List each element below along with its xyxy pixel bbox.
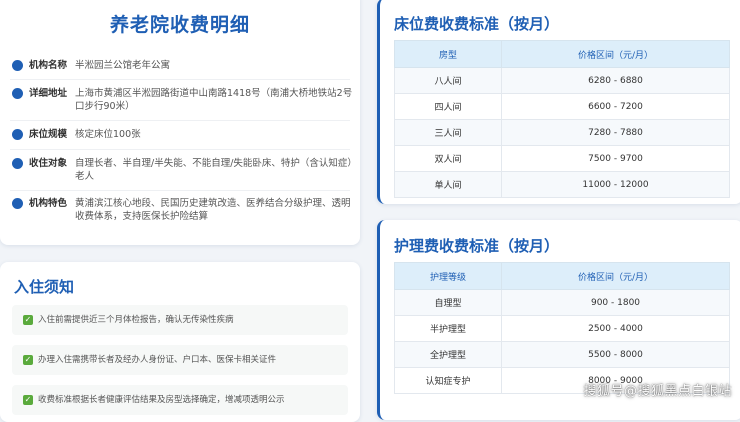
table-header-row: 房型 价格区间（元/月）	[394, 40, 730, 68]
room-type-cell: 四人间	[394, 93, 502, 120]
care-fee-table: 护理等级 价格区间（元/月） 自理型 900 - 1800 半护理型 2500 …	[394, 262, 730, 394]
info-value: 自理长者、半自理/半失能、不能自理/失能卧床、特护（含认知症）老人	[75, 158, 353, 182]
info-label: 详细地址	[29, 88, 68, 99]
divider	[10, 149, 350, 150]
checkbox-checked-icon: ✓	[23, 315, 33, 325]
info-value: 核定床位100张	[75, 129, 141, 140]
table-row: 半护理型 2500 - 4000	[394, 315, 730, 342]
table-row: 自理型 900 - 1800	[394, 289, 730, 316]
bullet-icon	[12, 158, 23, 169]
info-value: 黄浦滨江核心地段、民国历史建筑改造、医养结合分级护理、透明收费体系，支持医保长护…	[75, 198, 351, 222]
table-row: 全护理型 5500 - 8000	[394, 341, 730, 368]
price-cell: 6280 - 6880	[501, 67, 730, 94]
info-label: 床位规模	[29, 129, 68, 140]
table-row: 双人间 7500 - 9700	[394, 145, 730, 172]
price-cell: 7280 - 7880	[501, 119, 730, 146]
price-cell: 5500 - 8000	[501, 341, 730, 368]
bullet-icon	[12, 198, 23, 209]
care-fee-title: 护理费收费标准（按月）	[394, 237, 560, 255]
table-row: 三人间 7280 - 7880	[394, 119, 730, 146]
room-type-cell: 八人间	[394, 67, 502, 94]
care-level-cell: 自理型	[394, 289, 502, 316]
care-level-cell: 全护理型	[394, 341, 502, 368]
room-type-cell: 单人间	[394, 171, 502, 198]
bullet-icon	[12, 129, 23, 140]
bullet-icon	[12, 60, 23, 71]
care-level-cell: 半护理型	[394, 315, 502, 342]
page-title: 养老院收费明细	[109, 14, 250, 36]
column-header: 价格区间（元/月）	[501, 262, 730, 290]
price-cell: 2500 - 4000	[501, 315, 730, 342]
institution-info-card: 养老院收费明细 机构名称 半淞园兰公馆老年公寓 详细地址 上海市黄浦区半淞园路街…	[0, 0, 360, 245]
checkbox-checked-icon: ✓	[23, 355, 33, 365]
info-label: 机构特色	[29, 198, 68, 209]
bed-fee-title: 床位费收费标准（按月）	[394, 15, 560, 33]
notice-title: 入住须知	[14, 278, 75, 296]
price-cell: 7500 - 9700	[501, 145, 730, 172]
notice-text: 入住前需提供近三个月体检报告，确认无传染性疾病	[38, 315, 234, 325]
divider	[10, 190, 350, 191]
checkbox-checked-icon: ✓	[23, 395, 33, 405]
price-cell: 900 - 1800	[501, 289, 730, 316]
price-cell: 11000 - 12000	[501, 171, 730, 198]
divider	[10, 120, 350, 121]
table-header-row: 护理等级 价格区间（元/月）	[394, 262, 730, 290]
column-header: 价格区间（元/月）	[501, 40, 730, 68]
column-header: 护理等级	[394, 262, 502, 290]
notice-item: ✓ 办理入住需携带长者及经办人身份证、户口本、医保卡相关证件	[12, 345, 348, 375]
column-header: 房型	[394, 40, 502, 68]
info-label: 收住对象	[29, 158, 68, 169]
info-label: 机构名称	[29, 60, 68, 71]
notice-item: ✓ 入住前需提供近三个月体检报告，确认无传染性疾病	[12, 305, 348, 335]
table-row: 单人间 11000 - 12000	[394, 171, 730, 198]
table-row: 八人间 6280 - 6880	[394, 67, 730, 94]
admission-notice-card: 入住须知 ✓ 入住前需提供近三个月体检报告，确认无传染性疾病 ✓ 办理入住需携带…	[0, 262, 360, 422]
divider	[10, 79, 350, 80]
price-cell: 6600 - 7200	[501, 93, 730, 120]
bed-fee-card: 床位费收费标准（按月） 房型 价格区间（元/月） 八人间 6280 - 6880…	[377, 0, 740, 204]
room-type-cell: 双人间	[394, 145, 502, 172]
bed-fee-table: 房型 价格区间（元/月） 八人间 6280 - 6880 四人间 6600 - …	[394, 40, 730, 198]
care-level-cell: 认知症专护	[394, 367, 502, 394]
room-type-cell: 三人间	[394, 119, 502, 146]
notice-text: 收费标准根据长者健康评估结果及房型选择确定，增减项透明公示	[38, 395, 285, 405]
watermark: 搜狐号@搜狐黑点白银站	[583, 384, 732, 399]
table-row: 四人间 6600 - 7200	[394, 93, 730, 120]
bullet-icon	[12, 88, 23, 99]
notice-item: ✓ 收费标准根据长者健康评估结果及房型选择确定，增减项透明公示	[12, 385, 348, 415]
notice-text: 办理入住需携带长者及经办人身份证、户口本、医保卡相关证件	[38, 355, 277, 365]
info-value: 上海市黄浦区半淞园路街道中山南路1418号（南浦大桥地铁站2号口步行90米）	[75, 88, 353, 112]
info-value: 半淞园兰公馆老年公寓	[75, 60, 171, 71]
